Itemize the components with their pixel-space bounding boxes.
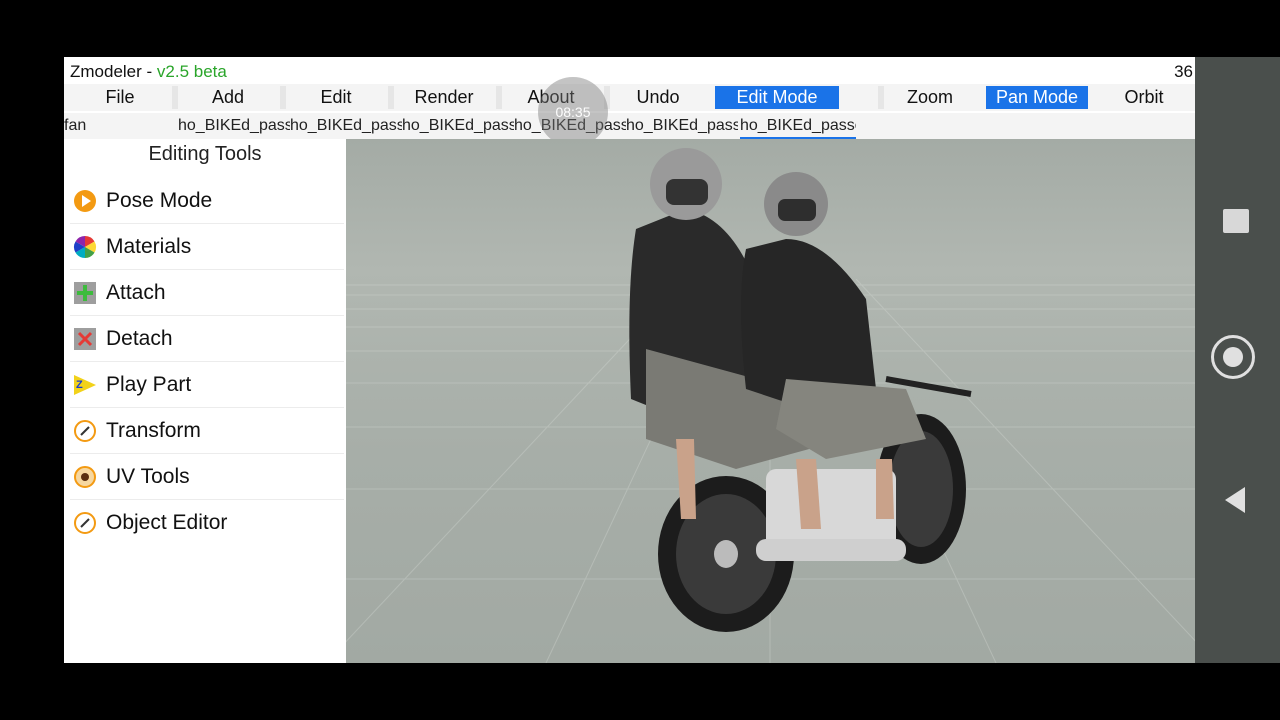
menu-render[interactable]: Render — [394, 86, 494, 109]
recents-button[interactable] — [1223, 209, 1249, 233]
tab-object-active[interactable]: ho_BIKEd_passe — [740, 115, 856, 139]
menu-edit-mode[interactable]: Edit Mode — [715, 86, 839, 109]
motorcycle-riders-model — [629, 148, 972, 632]
x-icon — [74, 328, 96, 350]
uv-tools-icon — [74, 466, 96, 488]
menu-zoom[interactable]: Zoom — [884, 86, 976, 109]
menu-add[interactable]: Add — [178, 86, 278, 109]
tool-label: Attach — [106, 281, 166, 304]
tool-play-part[interactable]: Z Play Part — [70, 363, 344, 408]
tool-uv-tools[interactable]: UV Tools — [70, 455, 344, 500]
tool-transform[interactable]: Transform — [70, 409, 344, 454]
menu-undo[interactable]: Undo — [610, 86, 706, 109]
android-nav-bar — [1195, 57, 1280, 663]
tool-pose-mode[interactable]: Pose Mode — [70, 179, 344, 224]
tab-object[interactable]: ho_BIKEd_passe — [626, 115, 738, 137]
menu-pan-mode[interactable]: Pan Mode — [986, 86, 1088, 109]
play-part-icon: Z — [74, 375, 96, 395]
back-button[interactable] — [1225, 487, 1245, 513]
svg-text:Z: Z — [76, 379, 83, 391]
tool-detach[interactable]: Detach — [70, 317, 344, 362]
3d-viewport[interactable] — [346, 139, 1195, 663]
tab-object[interactable]: ho_BIKEd_passe — [290, 115, 402, 137]
recording-timer: 08:35 — [538, 77, 608, 147]
tool-materials[interactable]: Materials — [70, 225, 344, 270]
pencil-icon — [74, 420, 96, 442]
tool-label: Transform — [106, 419, 201, 442]
editing-tools-panel: Editing Tools Pose Mode Materials Attach… — [64, 139, 346, 663]
tool-label: Pose Mode — [106, 189, 213, 212]
app-title: Zmodeler - v2.5 beta — [70, 62, 227, 82]
pose-mode-icon — [74, 190, 96, 212]
menu-file[interactable]: File — [64, 86, 176, 109]
panel-title: Editing Tools — [148, 143, 262, 165]
tool-label: Object Editor — [106, 511, 228, 534]
menu-orbit[interactable]: Orbit — [1098, 86, 1190, 109]
pencil-icon — [74, 512, 96, 534]
plus-icon — [74, 282, 96, 304]
tool-label: Play Part — [106, 373, 192, 396]
tab-fan[interactable]: fan — [64, 115, 174, 137]
tool-label: Materials — [106, 235, 192, 258]
app-version: v2.5 beta — [156, 62, 227, 81]
tab-object[interactable]: ho_BIKEd_passe — [402, 115, 514, 137]
menu-bar: File Add Edit Render About Undo Edit Mod… — [64, 84, 1195, 111]
tool-label: UV Tools — [106, 465, 190, 488]
tool-label: Detach — [106, 327, 173, 350]
color-wheel-icon — [74, 236, 96, 258]
exhaust — [756, 539, 906, 561]
title-bar: Zmodeler - v2.5 beta 36 — [64, 57, 1195, 87]
fps-counter: 36 — [1174, 62, 1193, 81]
tab-object[interactable]: ho_BIKEd_passe — [178, 115, 290, 137]
app-name: Zmodeler - — [70, 62, 157, 81]
object-tab-strip: fan ho_BIKEd_passe ho_BIKEd_passe ho_BIK… — [64, 113, 1195, 139]
tool-object-editor[interactable]: Object Editor — [70, 501, 344, 545]
zmodeler-window: Zmodeler - v2.5 beta 36 File Add Edit Re… — [64, 57, 1195, 663]
tool-attach[interactable]: Attach — [70, 271, 344, 316]
menu-edit[interactable]: Edit — [286, 86, 386, 109]
home-button[interactable] — [1211, 335, 1255, 379]
